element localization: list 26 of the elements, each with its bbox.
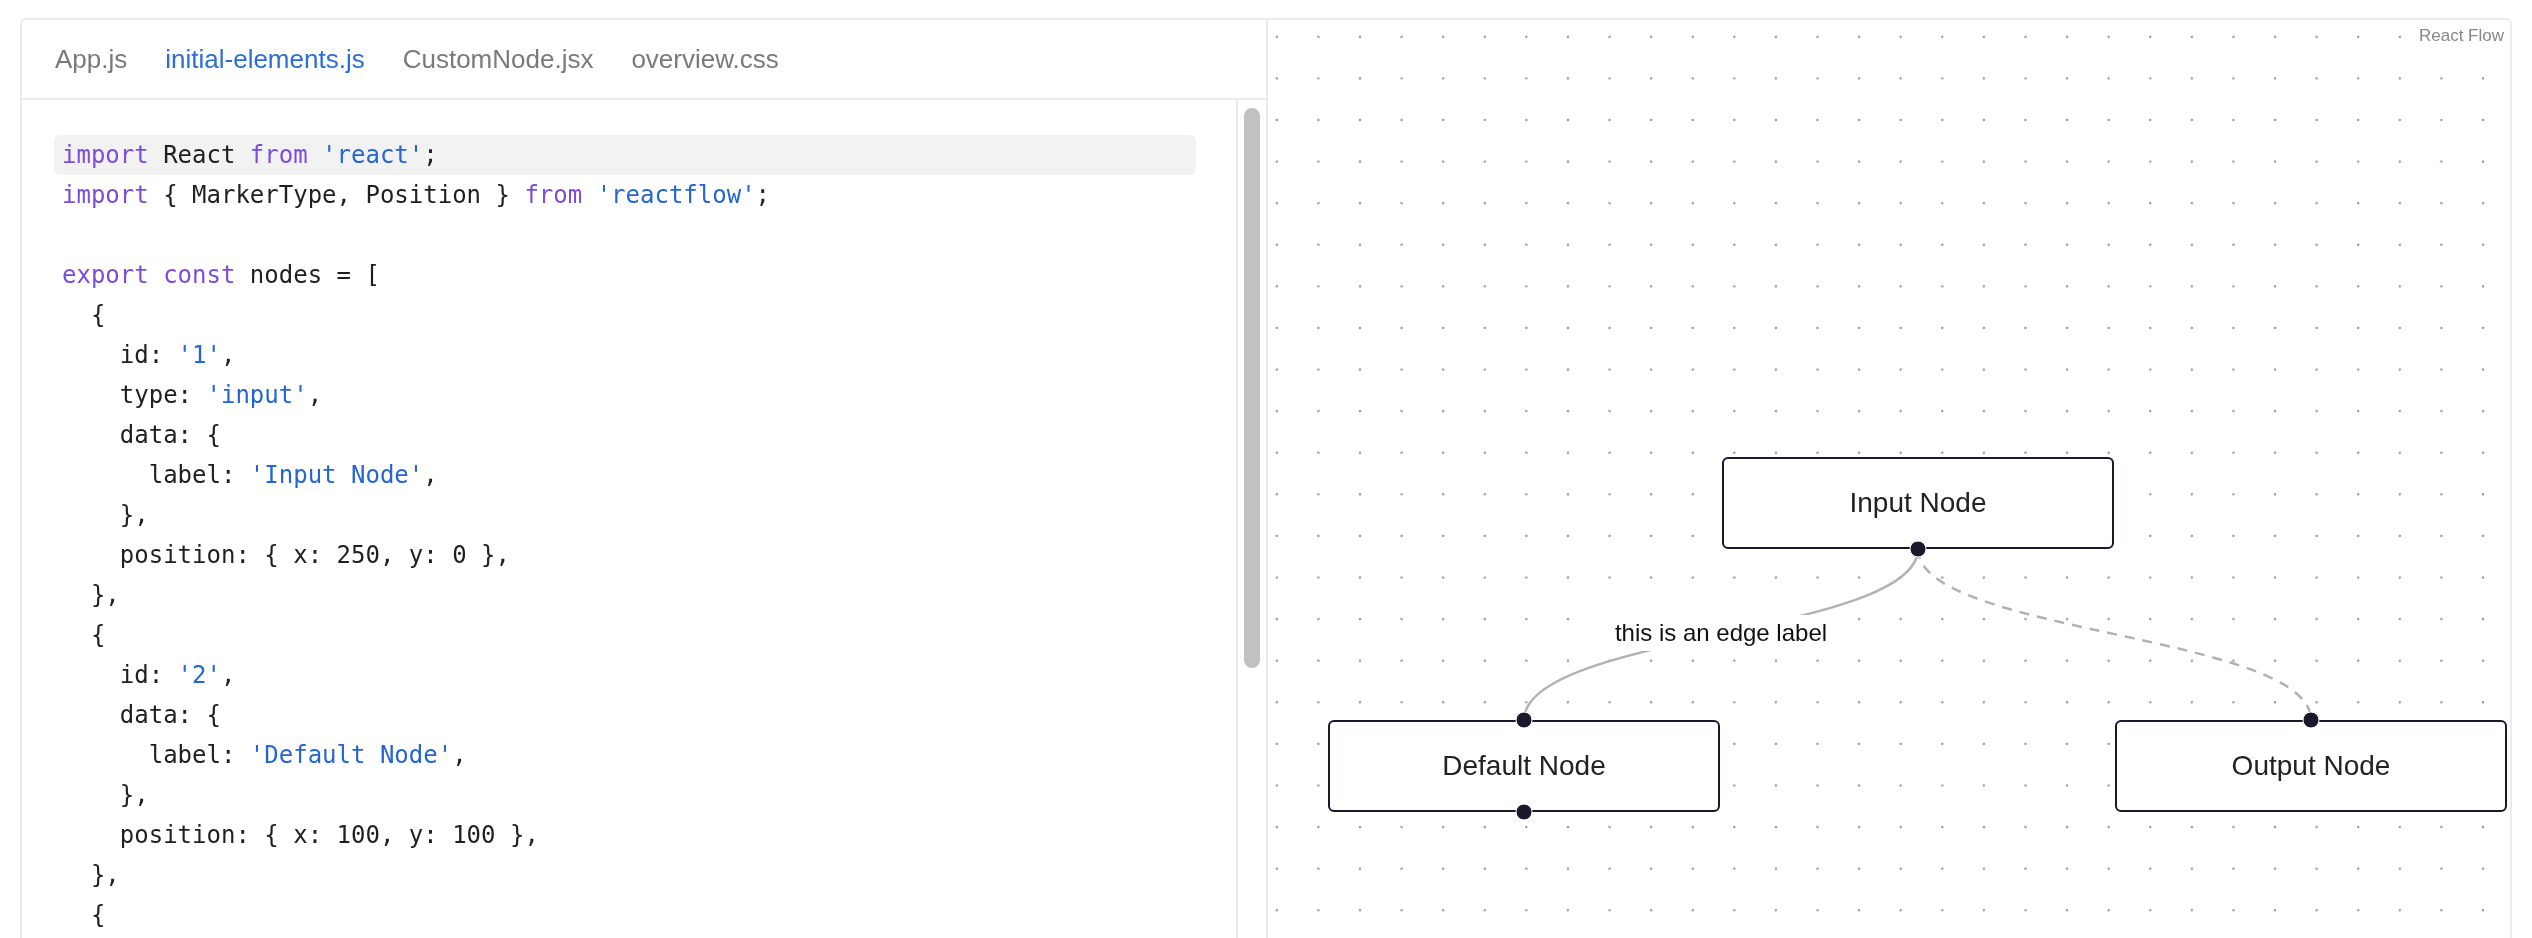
code-line: { bbox=[89, 300, 107, 331]
code-line: id: '2', bbox=[118, 660, 237, 691]
code-line: data: { bbox=[118, 420, 222, 451]
code-line: export const nodes = [ bbox=[61, 260, 381, 291]
code-line: import { MarkerType, Position } from 'reactflow'; bbox=[61, 180, 772, 211]
flow-node[interactable]: Input Node bbox=[1722, 457, 2114, 549]
file-tab[interactable]: overview.css bbox=[631, 39, 779, 79]
scrollbar-thumb[interactable] bbox=[1244, 108, 1260, 668]
flow-node[interactable]: Output Node bbox=[2115, 720, 2507, 812]
code-line: position: { x: 100, y: 100 }, bbox=[118, 820, 540, 851]
flow-node[interactable]: Default Node bbox=[1328, 720, 1720, 812]
file-tab[interactable]: initial-elements.js bbox=[165, 39, 365, 79]
code-line: id: '1', bbox=[118, 340, 237, 371]
code-line: type: 'input', bbox=[118, 380, 324, 411]
code-line: label: 'Default Node', bbox=[147, 740, 468, 771]
code-line: }, bbox=[118, 780, 150, 811]
file-tab[interactable]: App.js bbox=[55, 39, 128, 79]
code-line: { bbox=[89, 900, 107, 931]
file-tab[interactable]: CustomNode.jsx bbox=[402, 39, 594, 79]
code-line: label: 'Input Node', bbox=[147, 460, 439, 491]
code-line: data: { bbox=[118, 700, 222, 731]
code-line: }, bbox=[89, 860, 121, 891]
code-line: position: { x: 250, y: 0 }, bbox=[118, 540, 511, 571]
code-line: { bbox=[89, 620, 107, 651]
code-line: }, bbox=[118, 500, 150, 531]
code-line: }, bbox=[89, 580, 121, 611]
